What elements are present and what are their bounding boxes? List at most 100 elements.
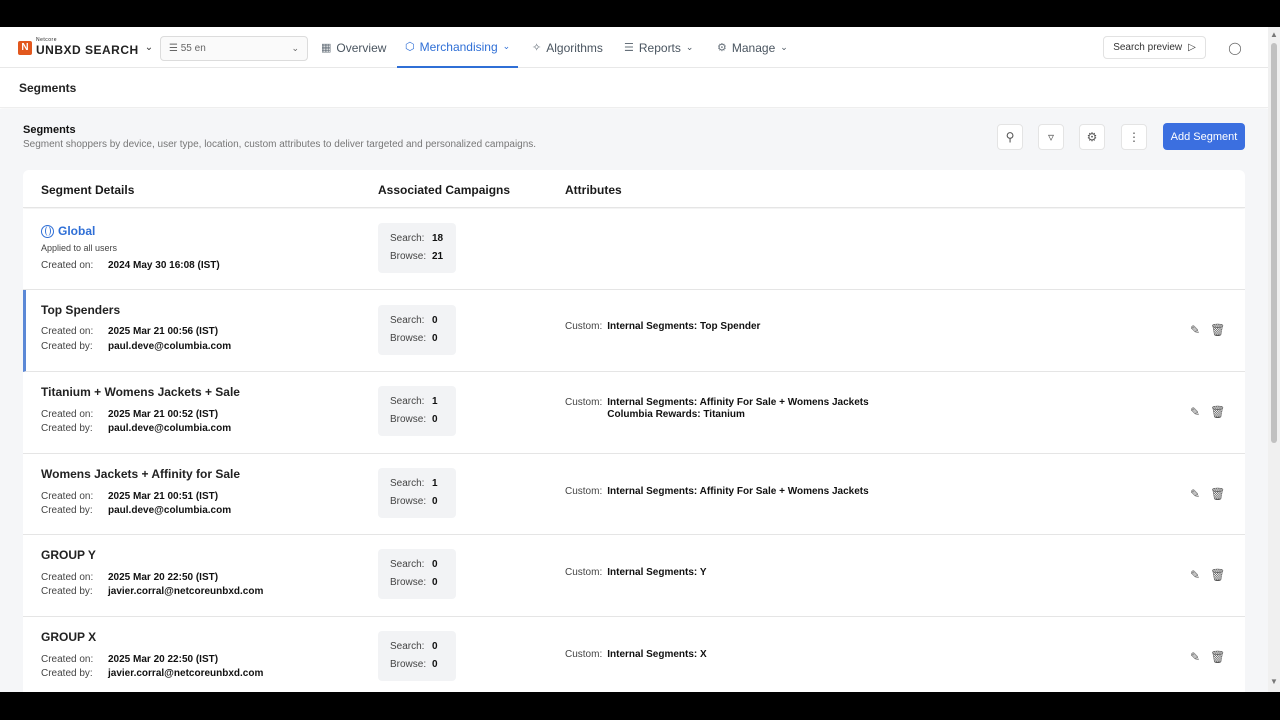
chevron-down-icon: ⌄: [144, 42, 154, 53]
row-actions: ✎ 🗑︎: [1190, 487, 1225, 501]
table-header: Segment Details Associated Campaigns Att…: [23, 170, 1245, 208]
more-vertical-icon: ⋮: [1128, 130, 1140, 144]
netcore-logo-icon: N: [18, 40, 32, 55]
search-icon: ⚲: [1005, 130, 1015, 144]
segment-attributes: Custom: Internal Segments: Affinity For S…: [565, 486, 869, 497]
table-row[interactable]: GROUP Y Created on: 2025 Mar 20 22:50 (IS…: [23, 535, 1245, 617]
row-actions: ✎ 🗑︎: [1190, 323, 1225, 337]
chevron-down-icon: ⌄: [780, 42, 788, 52]
trash-icon[interactable]: 🗑︎: [1210, 568, 1225, 582]
settings-button[interactable]: ⚙: [1079, 124, 1105, 150]
main-content: Segments Segment shoppers by device, use…: [0, 109, 1268, 692]
column-header-segment-details: Segment Details: [41, 183, 135, 197]
nav-reports[interactable]: ☰ Reports ⌄: [624, 27, 693, 68]
filter-icon: ▿: [1047, 130, 1055, 144]
row-actions: ✎ 🗑︎: [1190, 568, 1225, 582]
segment-created-by: Created by: paul.deve@columbia.com: [41, 505, 232, 516]
app-window: N Netcore UNBXD SEARCH ⌄ ☰ 55 en ⌄ ▦ Ove…: [0, 27, 1280, 692]
campaign-counts: Search: 0 Browse: 0: [378, 549, 456, 599]
edit-icon[interactable]: ✎: [1190, 487, 1200, 501]
trash-icon[interactable]: 🗑︎: [1210, 405, 1225, 419]
edit-icon[interactable]: ✎: [1190, 650, 1200, 664]
edit-icon[interactable]: ✎: [1190, 323, 1200, 337]
column-header-associated-campaigns: Associated Campaigns: [378, 183, 511, 197]
add-segment-button[interactable]: Add Segment: [1163, 123, 1245, 150]
report-icon: ☰: [624, 42, 634, 54]
logo[interactable]: N Netcore UNBXD SEARCH ⌄: [18, 38, 153, 57]
site-selector-value: ☰ 55 en: [169, 43, 206, 54]
row-actions: ✎ 🗑︎: [1190, 405, 1225, 419]
segment-created-on: Created on: 2025 Mar 21 00:52 (IST): [41, 409, 219, 420]
edit-icon[interactable]: ✎: [1190, 405, 1200, 419]
gear-icon: ⚙: [717, 42, 727, 54]
vertical-scrollbar[interactable]: ▲ ▼: [1268, 27, 1280, 692]
trash-icon[interactable]: 🗑︎: [1210, 650, 1225, 664]
search-preview-button[interactable]: Search preview ▷: [1103, 36, 1206, 59]
trash-icon[interactable]: 🗑︎: [1210, 487, 1225, 501]
filter-button[interactable]: ▿: [1038, 124, 1064, 150]
segment-name: GROUP X: [41, 630, 97, 644]
campaign-counts: Search: 0 Browse: 0: [378, 305, 456, 355]
campaign-counts: Search: 18 Browse: 21: [378, 223, 456, 273]
user-icon[interactable]: ◯: [1226, 39, 1244, 57]
chevron-down-icon: ⌄: [502, 41, 511, 51]
segments-table: Segment Details Associated Campaigns Att…: [23, 170, 1245, 692]
edit-icon[interactable]: ✎: [1190, 568, 1200, 582]
row-actions: ✎ 🗑︎: [1190, 650, 1225, 664]
table-row[interactable]: Womens Jackets + Affinity for Sale Creat…: [23, 454, 1245, 535]
segment-name: GROUP Y: [41, 548, 96, 562]
scroll-up-icon[interactable]: ▲: [1270, 30, 1278, 39]
top-navigation: N Netcore UNBXD SEARCH ⌄ ☰ 55 en ⌄ ▦ Ove…: [0, 27, 1268, 68]
nav-manage-label: Manage: [731, 40, 776, 55]
nodes-icon: ✧: [532, 42, 542, 54]
segment-created-on: Created on: 2025 Mar 21 00:51 (IST): [41, 491, 219, 502]
segment-attributes: Custom: Internal Segments: X: [565, 649, 707, 660]
segment-name-link[interactable]: Global: [41, 224, 95, 238]
search-button[interactable]: ⚲: [997, 124, 1023, 150]
table-row-global[interactable]: Global Applied to all users Created on: 2…: [23, 209, 1245, 290]
campaign-counts: Search: 0 Browse: 0: [378, 631, 456, 681]
nav-merchandising-label: Merchandising: [419, 39, 498, 54]
nav-overview[interactable]: ▦ Overview: [321, 27, 386, 68]
scrollbar-thumb[interactable]: [1271, 43, 1277, 443]
trash-icon[interactable]: 🗑︎: [1210, 323, 1225, 337]
nav-merchandising[interactable]: ⬡ Merchandising ⌄: [397, 27, 519, 68]
segment-attributes: Custom: Internal Segments: Y: [565, 567, 707, 578]
segment-created-on: Created on: 2025 Mar 20 22:50 (IST): [41, 572, 219, 583]
segment-created-by: Created by: javier.corral@netcoreunbxd.co…: [41, 668, 264, 679]
segment-attributes: Custom: Internal Segments: Top Spender: [565, 321, 761, 332]
segment-attributes: Custom: Internal Segments: Affinity For …: [565, 397, 869, 420]
gear-icon: ⚙: [1086, 130, 1098, 144]
segment-name: Womens Jackets + Affinity for Sale: [41, 467, 241, 481]
column-header-attributes: Attributes: [565, 183, 622, 197]
segment-created-on: Created on: 2024 May 30 16:08 (IST): [41, 260, 220, 271]
segment-created-by: Created by: paul.deve@columbia.com: [41, 341, 232, 352]
table-row[interactable]: GROUP X Created on: 2025 Mar 20 22:50 (IS…: [23, 617, 1245, 692]
scroll-down-icon[interactable]: ▼: [1270, 677, 1278, 686]
nav-algorithms[interactable]: ✧ Algorithms: [532, 27, 603, 68]
segment-created-on: Created on: 2025 Mar 21 00:56 (IST): [41, 326, 219, 337]
segment-created-on: Created on: 2025 Mar 20 22:50 (IST): [41, 654, 219, 665]
segment-name: Top Spenders: [41, 303, 121, 317]
segment-created-by: Created by: javier.corral@netcoreunbxd.co…: [41, 586, 264, 597]
nav-algorithms-label: Algorithms: [546, 40, 603, 55]
campaign-counts: Search: 1 Browse: 0: [378, 468, 456, 518]
globe-icon: [41, 224, 54, 238]
table-row[interactable]: Titanium + Womens Jackets + Sale Created…: [23, 372, 1245, 454]
site-selector[interactable]: ☰ 55 en ⌄: [160, 36, 308, 61]
segment-name: Global: [58, 224, 96, 238]
table-row[interactable]: Top Spenders Created on: 2025 Mar 21 00:5…: [23, 290, 1245, 372]
play-icon: ▷: [1188, 42, 1196, 53]
breadcrumb-bar: Segments: [0, 68, 1268, 108]
chevron-down-icon: ⌄: [291, 43, 299, 53]
search-preview-label: Search preview: [1113, 42, 1183, 53]
campaign-counts: Search: 1 Browse: 0: [378, 386, 456, 436]
nav-overview-label: Overview: [336, 40, 387, 55]
page-title: Segments: [23, 124, 76, 136]
more-options-button[interactable]: ⋮: [1121, 124, 1147, 150]
cube-icon: ⬡: [405, 41, 415, 53]
page-header: Segments Segment shoppers by device, use…: [23, 124, 536, 150]
segment-created-by: Created by: paul.deve@columbia.com: [41, 423, 232, 434]
page-subtitle: Segment shoppers by device, user type, l…: [23, 139, 537, 150]
nav-manage[interactable]: ⚙ Manage ⌄: [717, 27, 788, 68]
